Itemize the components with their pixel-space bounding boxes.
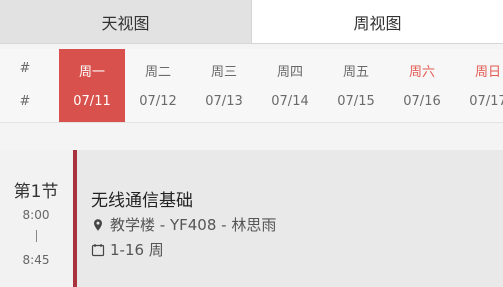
day-date: 07/14 [271,94,309,109]
map-pin-icon [91,218,105,232]
tab-week-view-label: 周视图 [353,13,402,33]
week-label-top: # [19,61,31,76]
day-column-wed[interactable]: 周三 07/13 [191,49,257,122]
day-name: 周五 [342,65,369,80]
day-column-fri[interactable]: 周五 07/15 [323,49,389,122]
time-separator [36,230,37,242]
course-area: 第1节 8:00 8:45 无线通信基础 教学楼 - YF408 - 林思雨 1… [0,150,503,287]
view-tabs: 天视图 周视图 [0,0,503,44]
day-column-sat[interactable]: 周六 07/16 [389,49,455,122]
course-weeks-row: 1-16 周 [91,239,164,260]
section-start-time: 8:00 [22,208,50,222]
day-date: 07/16 [403,94,441,109]
week-header: # # 周一 07/11 周二 07/12 周三 07/13 周四 07/14 … [0,49,503,123]
section-end-time: 8:45 [22,253,50,267]
calendar-icon [91,243,105,257]
day-date: 07/17 [469,94,503,109]
day-column-mon[interactable]: 周一 07/11 [59,49,125,122]
day-name: 周四 [276,65,303,80]
day-name: 周六 [408,65,435,80]
course-title: 无线通信基础 [91,191,193,211]
tab-week-view[interactable]: 周视图 [251,0,503,43]
day-column-thu[interactable]: 周四 07/14 [257,49,323,122]
day-name: 周二 [144,65,171,80]
day-column-sun[interactable]: 周日 07/17 [455,49,503,122]
section-name: 第1节 [13,182,59,202]
course-location-row: 教学楼 - YF408 - 林思雨 [91,214,276,235]
day-date: 07/15 [337,94,375,109]
week-label-column: # # [0,49,50,122]
course-card[interactable]: 无线通信基础 教学楼 - YF408 - 林思雨 1-16 周 [73,150,503,287]
day-date: 07/12 [139,94,177,109]
course-weeks: 1-16 周 [110,241,164,259]
day-date: 07/13 [205,94,243,109]
day-date: 07/11 [73,94,111,109]
day-name: 周三 [210,65,237,80]
tab-day-view[interactable]: 天视图 [0,0,251,43]
week-label-bottom: # [19,94,31,109]
section-column: 第1节 8:00 8:45 [0,150,72,287]
course-location: 教学楼 - YF408 - 林思雨 [110,216,277,234]
tab-day-view-label: 天视图 [101,13,150,33]
day-name: 周日 [474,65,501,80]
day-name: 周一 [78,65,105,80]
day-column-tue[interactable]: 周二 07/12 [125,49,191,122]
